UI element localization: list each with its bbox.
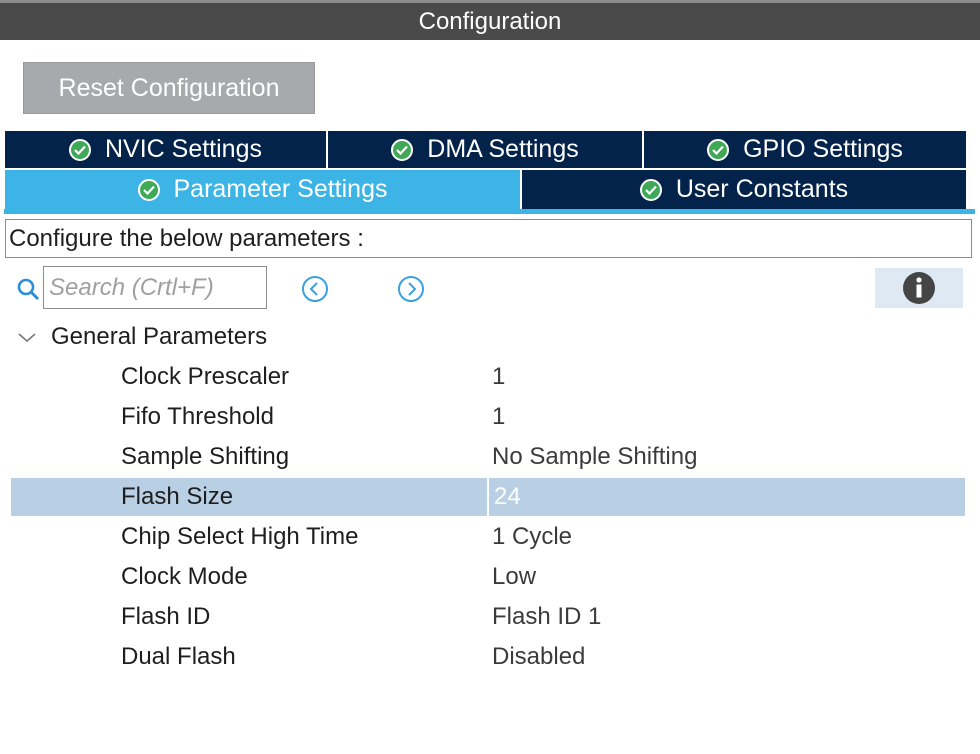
parameters-description: Configure the below parameters : — [5, 219, 972, 258]
tab-label: GPIO Settings — [743, 135, 903, 163]
info-icon — [903, 272, 935, 304]
tab-label: DMA Settings — [427, 135, 579, 163]
param-name: Dual Flash — [121, 643, 236, 670]
param-value[interactable]: 1 Cycle — [492, 518, 572, 556]
reset-configuration-button[interactable]: Reset Configuration — [23, 62, 315, 114]
search-icon[interactable] — [16, 277, 40, 301]
tab-label: User Constants — [675, 175, 849, 203]
param-row-chip-select-high-time[interactable]: Chip Select High Time 1 Cycle — [11, 518, 965, 556]
tab-label: NVIC Settings — [104, 135, 262, 163]
param-name: Flash Size — [121, 483, 234, 510]
param-row-dual-flash[interactable]: Dual Flash Disabled — [11, 638, 965, 676]
param-value[interactable]: Low — [492, 558, 536, 596]
param-name: Clock Prescaler — [121, 363, 290, 390]
param-name: Clock Mode — [121, 563, 248, 590]
tab-underline — [4, 209, 975, 214]
tab-parameter-settings[interactable]: Parameter Settings — [5, 170, 520, 209]
param-row-sample-shifting[interactable]: Sample Shifting No Sample Shifting — [11, 438, 965, 476]
param-value[interactable]: Flash ID 1 — [492, 598, 601, 636]
param-value[interactable]: 1 — [492, 398, 505, 436]
param-row-clock-mode[interactable]: Clock Mode Low — [11, 558, 965, 596]
window-title: Configuration — [0, 0, 980, 40]
check-circle-icon — [707, 138, 730, 161]
param-value[interactable]: No Sample Shifting — [492, 438, 697, 476]
param-row-flash-size[interactable]: Flash Size 24 — [11, 478, 965, 516]
chevron-right-circle-icon[interactable] — [397, 275, 425, 303]
tab-dma-settings[interactable]: DMA Settings — [328, 131, 642, 168]
tab-nvic-settings[interactable]: NVIC Settings — [5, 131, 326, 168]
param-name: Fifo Threshold — [121, 403, 274, 430]
check-circle-icon — [391, 138, 414, 161]
param-name: Chip Select High Time — [121, 523, 359, 550]
param-value[interactable]: 1 — [492, 358, 505, 396]
check-circle-icon — [68, 138, 91, 161]
param-row-flash-id[interactable]: Flash ID Flash ID 1 — [11, 598, 965, 636]
group-general-parameters[interactable]: General Parameters — [12, 320, 267, 354]
tab-user-constants[interactable]: User Constants — [522, 170, 966, 209]
info-button[interactable] — [875, 268, 963, 308]
search-input[interactable] — [43, 266, 267, 309]
param-value[interactable]: Disabled — [492, 638, 585, 676]
tab-label: Parameter Settings — [173, 175, 388, 203]
tab-gpio-settings[interactable]: GPIO Settings — [644, 131, 966, 168]
param-name: Flash ID — [121, 603, 211, 630]
param-name: Sample Shifting — [121, 443, 290, 470]
chevron-left-circle-icon[interactable] — [301, 275, 329, 303]
check-circle-icon — [639, 178, 662, 201]
group-label: General Parameters — [51, 323, 268, 350]
check-circle-icon — [137, 178, 160, 201]
param-row-fifo-threshold[interactable]: Fifo Threshold 1 — [11, 398, 965, 436]
chevron-down-icon[interactable] — [12, 327, 42, 347]
param-value-field[interactable]: 24 — [487, 478, 959, 516]
param-row-clock-prescaler[interactable]: Clock Prescaler 1 — [11, 358, 965, 396]
